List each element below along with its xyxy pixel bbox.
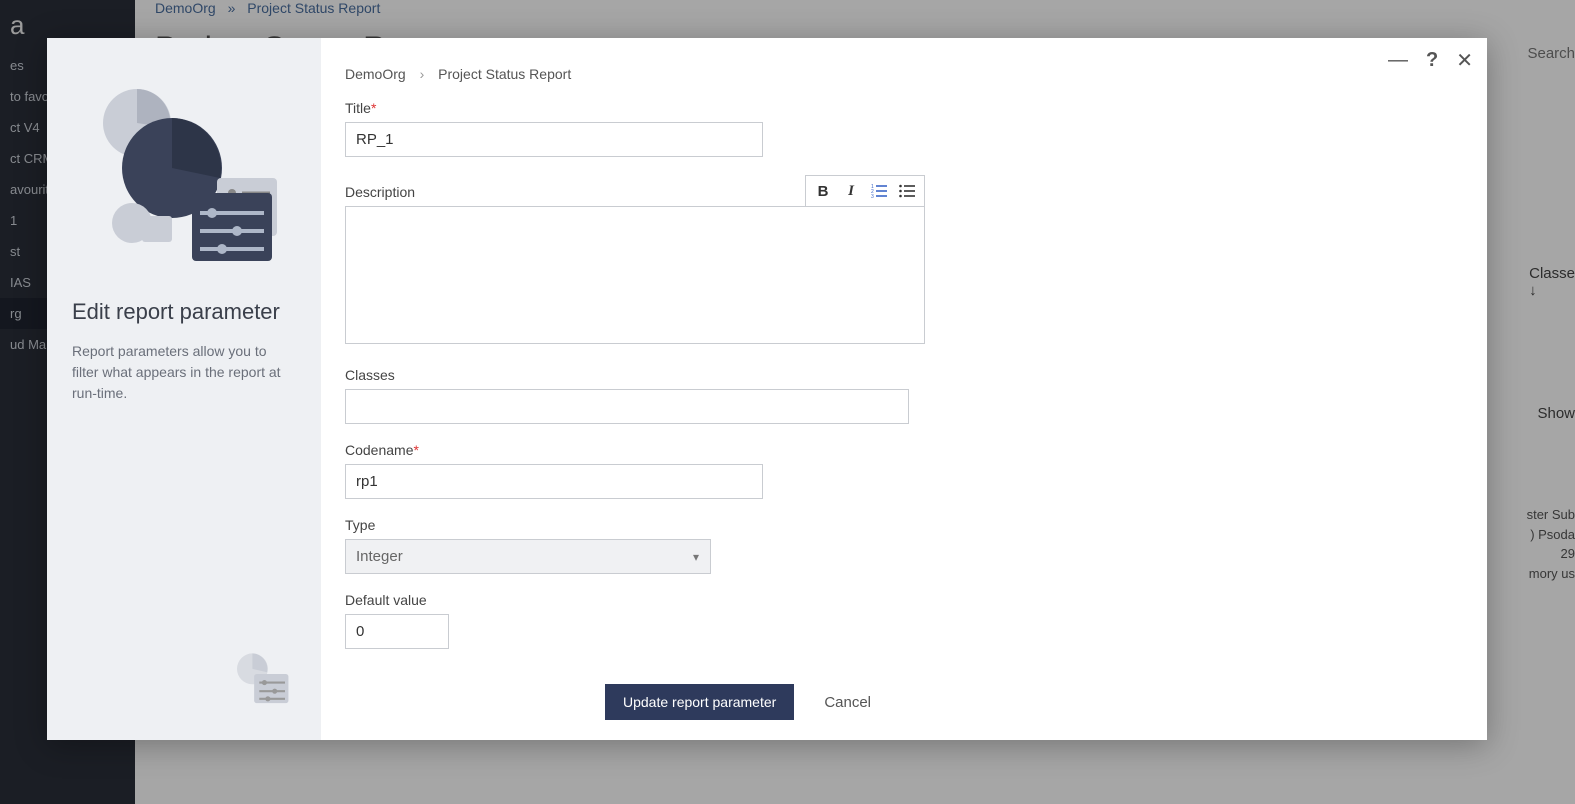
type-label: Type: [345, 517, 1463, 533]
modal-main: — ? ✕ DemoOrg › Project Status Report Ti…: [321, 38, 1487, 740]
bold-icon[interactable]: B: [814, 182, 832, 200]
codename-label: Codename*: [345, 442, 1463, 458]
modal-title: Edit report parameter: [72, 298, 296, 326]
close-icon[interactable]: ✕: [1456, 48, 1473, 73]
svg-text:3: 3: [871, 194, 874, 198]
chevron-right-icon: ›: [420, 66, 425, 82]
cancel-button[interactable]: Cancel: [824, 694, 871, 711]
update-report-parameter-button[interactable]: Update report parameter: [605, 684, 794, 720]
modal-graphic-icon: [72, 68, 296, 268]
title-label: Title*: [345, 100, 1463, 116]
modal-breadcrumb: DemoOrg › Project Status Report: [345, 66, 1463, 82]
description-field-row: Description B I 123: [345, 175, 1463, 349]
codename-input[interactable]: [345, 464, 763, 499]
modal-sidebar: Edit report parameter Report parameters …: [47, 38, 321, 740]
modal-graphic-bottom-icon: [72, 650, 296, 710]
default-value-label: Default value: [345, 592, 1463, 608]
edit-report-parameter-modal: Edit report parameter Report parameters …: [47, 38, 1487, 740]
default-value-input[interactable]: [345, 614, 449, 649]
modal-window-controls: — ? ✕: [1388, 48, 1473, 73]
modal-subtitle: Report parameters allow you to filter wh…: [72, 341, 296, 404]
description-input[interactable]: [345, 206, 925, 344]
type-select[interactable]: [345, 539, 711, 574]
help-icon[interactable]: ?: [1426, 49, 1438, 72]
breadcrumb-org[interactable]: DemoOrg: [345, 66, 406, 82]
codename-field-row: Codename*: [345, 442, 1463, 499]
minimize-icon[interactable]: —: [1388, 49, 1408, 72]
classes-field-row: Classes: [345, 367, 1463, 424]
classes-input[interactable]: [345, 389, 909, 424]
breadcrumb-page[interactable]: Project Status Report: [438, 66, 571, 82]
description-label: Description: [345, 184, 415, 200]
rich-text-toolbar: B I 123: [805, 175, 925, 206]
modal-footer: Update report parameter Cancel: [605, 684, 1463, 720]
title-input[interactable]: [345, 122, 763, 157]
italic-icon[interactable]: I: [842, 182, 860, 200]
unordered-list-icon[interactable]: [898, 182, 916, 200]
classes-label: Classes: [345, 367, 1463, 383]
title-field-row: Title*: [345, 100, 1463, 157]
ordered-list-icon[interactable]: 123: [870, 182, 888, 200]
type-field-row: Type ▾: [345, 517, 1463, 574]
default-value-field-row: Default value: [345, 592, 1463, 649]
